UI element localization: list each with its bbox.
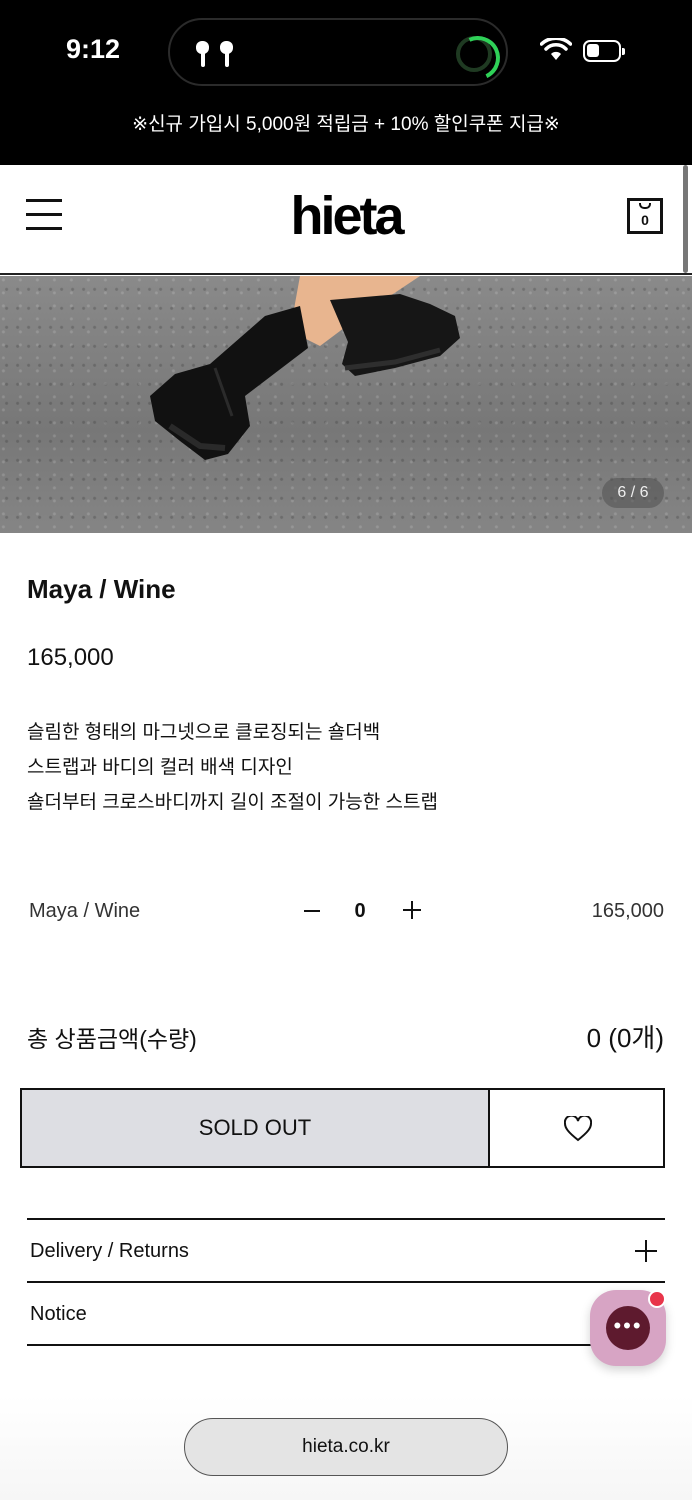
notification-badge [648, 1290, 666, 1308]
image-pager: 6 / 6 [602, 478, 664, 508]
option-name: Maya / Wine [29, 900, 141, 922]
product-image[interactable]: 6 / 6 [0, 276, 692, 533]
boots-photo [150, 276, 460, 460]
cart-button[interactable]: 0 [627, 198, 663, 234]
accordion-label: Delivery / Returns [30, 1240, 189, 1262]
description-line: 슬림한 형태의 마그넷으로 클로징되는 숄더백 [27, 722, 381, 743]
plus-icon[interactable] [635, 1240, 657, 1262]
cart-icon [639, 203, 651, 209]
accordion-notice[interactable]: Notice [27, 1281, 665, 1345]
divider [27, 1344, 627, 1346]
progress-ring-icon [456, 36, 492, 72]
cart-count: 0 [641, 212, 649, 228]
total-value: 0 (0개) [586, 1023, 664, 1053]
quantity-increase-button[interactable] [400, 895, 424, 925]
sold-out-button[interactable]: SOLD OUT [20, 1088, 490, 1168]
option-price: 165,000 [591, 900, 664, 922]
dynamic-island [168, 18, 508, 86]
accordion-label: Notice [30, 1303, 87, 1325]
promo-banner[interactable]: ※신규 가입시 5,000원 적립금 + 10% 할인쿠폰 지급※ [0, 100, 692, 165]
status-time: 9:12 [66, 34, 121, 64]
quantity-value[interactable]: 0 [345, 900, 375, 923]
product-price: 165,000 [27, 644, 114, 671]
product-description: 슬림한 형태의 마그넷으로 클로징되는 숄더백 스트랩과 바디의 컬러 배색 디… [27, 715, 438, 820]
brand-logo[interactable]: hieta [0, 185, 692, 247]
battery-icon [583, 40, 625, 62]
page-scrollbar[interactable] [683, 165, 688, 273]
wishlist-button[interactable] [488, 1088, 665, 1168]
status-bar: 9:12 [0, 0, 692, 100]
description-line: 스트랩과 바디의 컬러 배색 디자인 [27, 757, 293, 778]
chat-button[interactable]: ••• [590, 1290, 666, 1366]
accordion-delivery-returns[interactable]: Delivery / Returns [27, 1218, 665, 1282]
chat-icon: ••• [606, 1306, 650, 1350]
address-bar[interactable]: hieta.co.kr [184, 1418, 508, 1476]
description-line: 숄더부터 크로스바디까지 길이 조절이 가능한 스트랩 [27, 792, 438, 813]
wifi-icon [540, 38, 572, 60]
total-label: 총 상품금액(수량) [27, 1026, 197, 1052]
heart-icon [564, 1116, 592, 1142]
product-title: Maya / Wine [27, 574, 176, 604]
site-header: hieta 0 [0, 165, 692, 275]
airpods-icon [196, 41, 233, 67]
quantity-decrease-button[interactable] [300, 895, 324, 925]
